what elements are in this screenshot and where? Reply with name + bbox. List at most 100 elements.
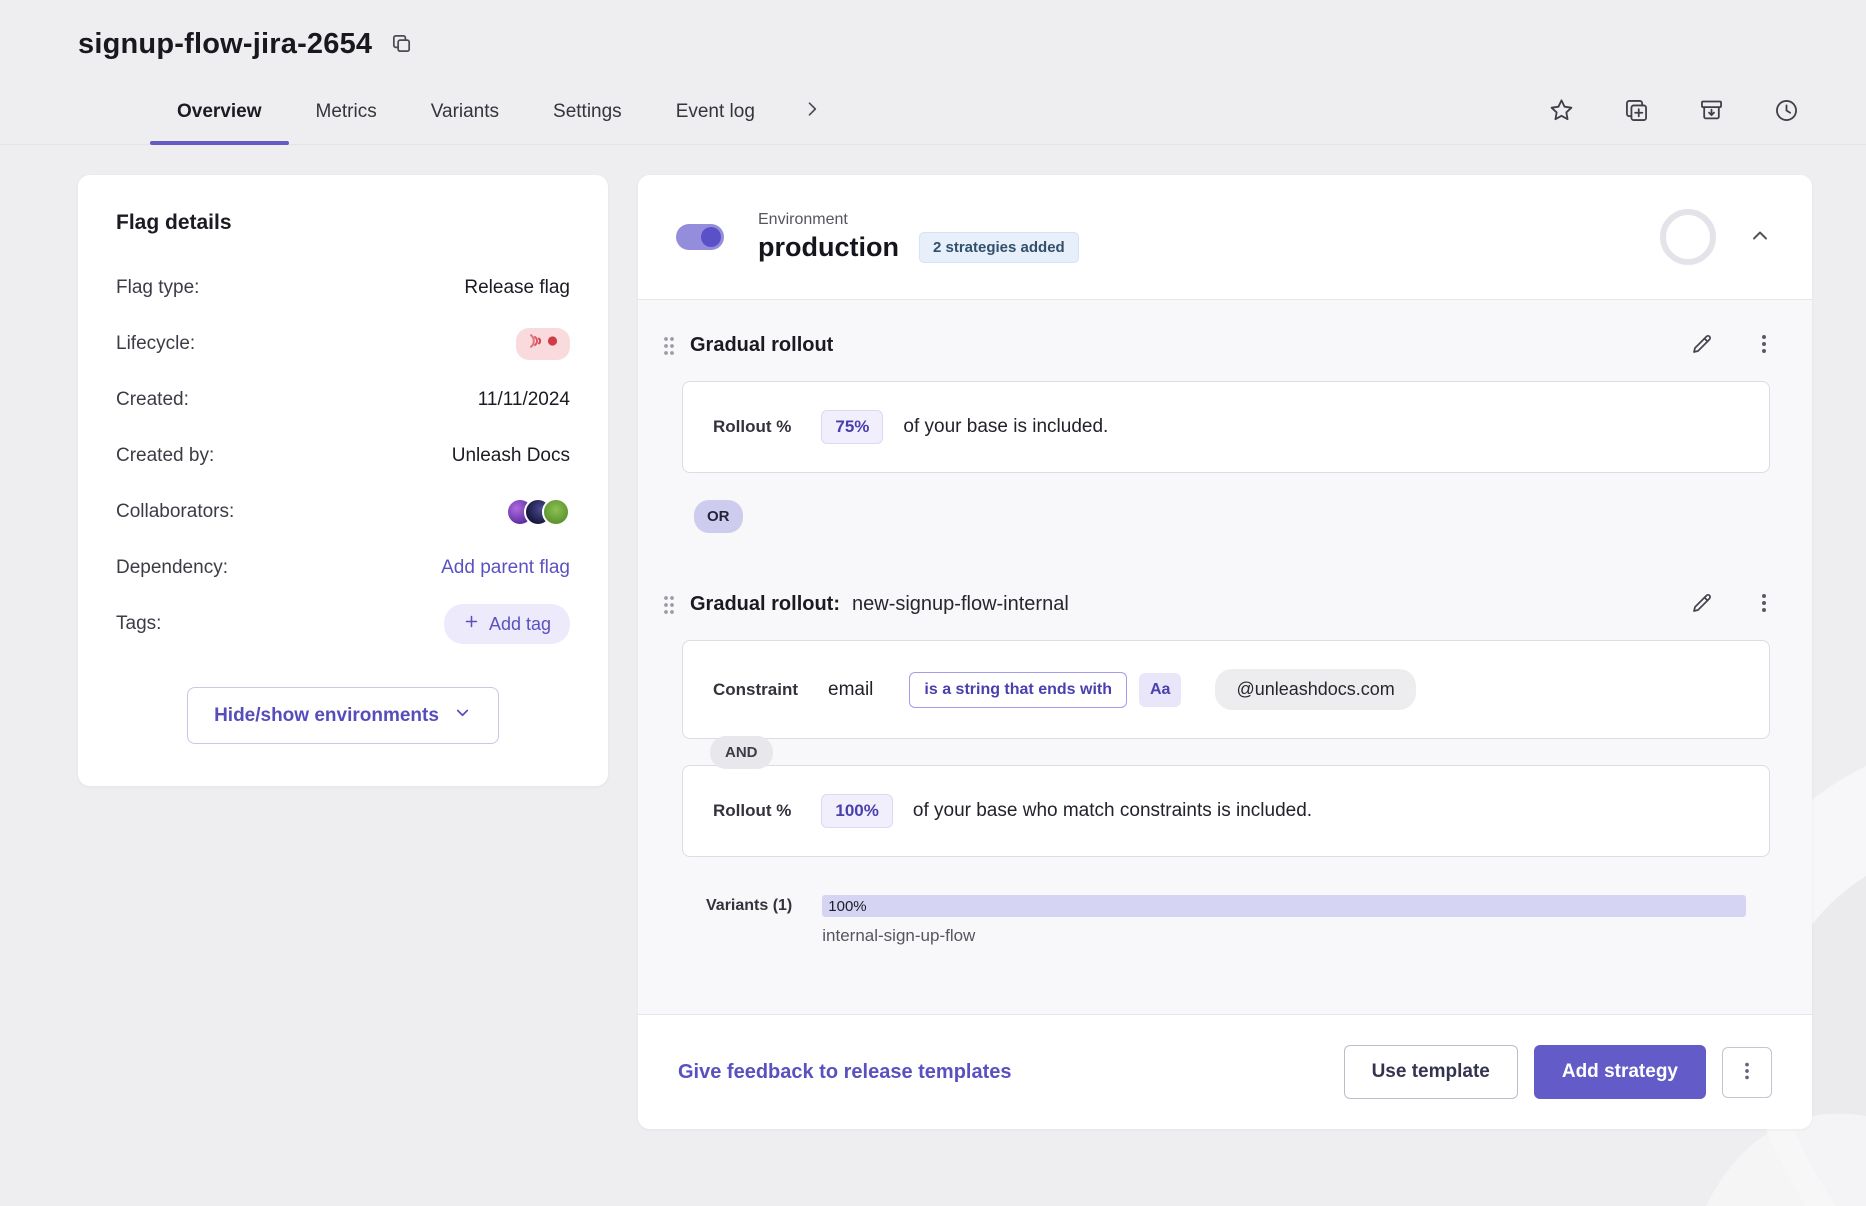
- strategy-1-actions: [1688, 330, 1778, 361]
- rollout-card: Rollout % 75% of your base is included.: [682, 381, 1770, 473]
- tags-row: Tags: Add tag: [116, 603, 570, 645]
- tab-overview-label: Overview: [177, 101, 262, 123]
- and-separator-badge: AND: [710, 736, 773, 769]
- favorite-button[interactable]: [1546, 95, 1577, 129]
- lifecycle-row: Lifecycle:: [116, 323, 570, 365]
- created-by-label: Created by:: [116, 445, 214, 467]
- collapse-environment-button[interactable]: [1746, 222, 1774, 253]
- or-separator-badge: OR: [694, 500, 743, 533]
- strategies-count-badge: 2 strategies added: [919, 232, 1079, 263]
- strategy-1-title: Gradual rollout: [690, 334, 833, 357]
- tab-metrics[interactable]: Metrics: [289, 79, 404, 144]
- constraint-value-chip: @unleashdocs.com: [1215, 669, 1415, 710]
- tab-variants[interactable]: Variants: [404, 79, 526, 144]
- rollout-percentage-badge: 75%: [821, 410, 883, 444]
- constraint-card: Constraint email is a string that ends w…: [682, 640, 1770, 739]
- strategy-menu-button[interactable]: [1750, 589, 1778, 620]
- empty-ring-icon: [1660, 209, 1716, 265]
- content-root: signup-flow-jira-2654 Overview Metrics V…: [0, 0, 1866, 1129]
- variants-section: Variants (1) 100% internal-sign-up-flow: [706, 895, 1770, 946]
- tab-settings[interactable]: Settings: [526, 79, 649, 144]
- kebab-menu-icon: [1736, 1060, 1758, 1085]
- lifecycle-badge[interactable]: [516, 328, 570, 360]
- strategy-2-actions: [1688, 589, 1778, 620]
- environment-header-actions: [1660, 209, 1774, 265]
- strategy-menu-button[interactable]: [1750, 330, 1778, 361]
- hide-show-environments-label: Hide/show environments: [214, 705, 439, 727]
- flag-actions: [1546, 79, 1802, 144]
- environment-text: Environment production 2 strategies adde…: [758, 211, 1079, 263]
- rollout-percentage-badge: 100%: [821, 794, 892, 828]
- tab-metrics-label: Metrics: [316, 101, 377, 123]
- copy-flag-name-button[interactable]: [388, 30, 415, 60]
- event-history-button[interactable]: [1771, 95, 1802, 129]
- page-title: signup-flow-jira-2654: [78, 28, 372, 61]
- variant-name: internal-sign-up-flow: [822, 926, 1746, 946]
- drag-handle-icon[interactable]: [656, 590, 682, 620]
- tab-variants-label: Variants: [431, 101, 499, 123]
- chevron-down-icon: [453, 703, 472, 728]
- environment-header: Environment production 2 strategies adde…: [638, 175, 1812, 299]
- created-by-value: Unleash Docs: [452, 445, 570, 467]
- kebab-menu-icon: [1752, 332, 1776, 359]
- collaborators-row: Collaborators:: [116, 491, 570, 533]
- more-options-button[interactable]: [1722, 1047, 1772, 1098]
- pencil-icon: [1690, 591, 1714, 618]
- lifecycle-label: Lifecycle:: [116, 333, 195, 355]
- copy-icon: [390, 32, 413, 58]
- main-content: Flag details Flag type: Release flag Lif…: [0, 145, 1866, 1129]
- edit-strategy-button[interactable]: [1688, 330, 1716, 361]
- pencil-icon: [1690, 332, 1714, 359]
- archive-flag-button[interactable]: [1696, 95, 1727, 129]
- tab-settings-label: Settings: [553, 101, 622, 123]
- strategy-2-title: Gradual rollout:: [690, 593, 840, 616]
- drag-handle-icon[interactable]: [656, 331, 682, 361]
- plus-icon: [463, 613, 480, 635]
- collaborators-label: Collaborators:: [116, 501, 234, 523]
- footer-actions: Use template Add strategy: [1344, 1045, 1772, 1099]
- add-strategy-button[interactable]: Add strategy: [1534, 1045, 1706, 1099]
- environment-name-row: production 2 strategies added: [758, 232, 1079, 263]
- add-parent-flag-link[interactable]: Add parent flag: [441, 557, 570, 579]
- environment-label: Environment: [758, 211, 1079, 229]
- hide-show-environments-button[interactable]: Hide/show environments: [187, 687, 499, 744]
- live-lifecycle-icon: [525, 332, 561, 356]
- strategy-separator-row: OR: [638, 473, 1812, 559]
- environment-toggle[interactable]: [676, 224, 724, 250]
- use-template-button[interactable]: Use template: [1344, 1045, 1518, 1099]
- add-tag-button[interactable]: Add tag: [444, 604, 570, 644]
- dependency-row: Dependency: Add parent flag: [116, 547, 570, 589]
- flag-type-value: Release flag: [464, 277, 570, 299]
- tabs-overflow-button[interactable]: [782, 79, 842, 144]
- release-templates-feedback-link[interactable]: Give feedback to release templates: [678, 1061, 1012, 1084]
- environment-panel: Environment production 2 strategies adde…: [638, 175, 1812, 1129]
- flag-type-row: Flag type: Release flag: [116, 267, 570, 309]
- variant-percent: 100%: [822, 898, 866, 915]
- edit-strategy-button[interactable]: [1688, 589, 1716, 620]
- strategy-1-header: Gradual rollout: [638, 322, 1812, 375]
- tab-event-log-label: Event log: [676, 101, 755, 123]
- created-row: Created: 11/11/2024: [116, 379, 570, 421]
- app-screen: signup-flow-jira-2654 Overview Metrics V…: [0, 0, 1866, 1206]
- collaborator-avatars: [506, 498, 570, 526]
- tab-overview[interactable]: Overview: [150, 79, 289, 144]
- flag-type-label: Flag type:: [116, 277, 199, 299]
- copy-flag-button[interactable]: [1621, 95, 1652, 129]
- environment-strategies: Gradual rollout: [638, 299, 1812, 1014]
- environment-footer: Give feedback to release templates Use t…: [638, 1014, 1812, 1129]
- collaborator-avatar[interactable]: [542, 498, 570, 526]
- constraint-operator-badge: is a string that ends with: [909, 672, 1127, 708]
- star-icon: [1548, 97, 1575, 127]
- flag-details-heading: Flag details: [116, 211, 570, 235]
- tab-event-log[interactable]: Event log: [649, 79, 782, 144]
- archive-icon: [1698, 97, 1725, 127]
- rollout-label: Rollout %: [713, 417, 791, 437]
- variants-label: Variants (1): [706, 895, 792, 946]
- page-header: signup-flow-jira-2654: [0, 28, 1866, 61]
- strategy-2-name: new-signup-flow-internal: [852, 593, 1069, 616]
- chevron-up-icon: [1748, 224, 1772, 251]
- chevron-right-icon: [802, 99, 822, 124]
- add-tag-label: Add tag: [489, 614, 551, 635]
- strategy-gradual-rollout: Gradual rollout: [638, 300, 1812, 473]
- tabs: Overview Metrics Variants Settings Event…: [150, 79, 842, 144]
